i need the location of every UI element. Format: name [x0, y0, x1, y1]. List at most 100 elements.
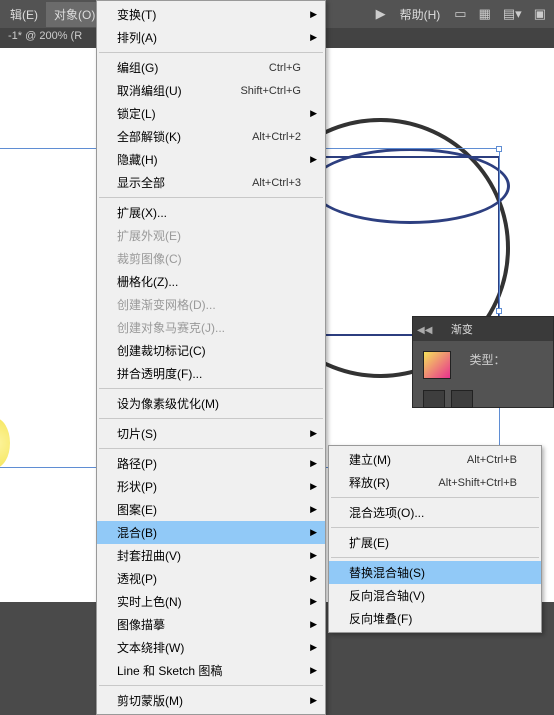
- menu-item-label: Line 和 Sketch 图稿: [117, 662, 301, 679]
- submenu-arrow-icon: ▶: [310, 458, 317, 469]
- menu-item-label: 图案(E): [117, 501, 301, 518]
- submenu-arrow-icon: ▶: [310, 642, 317, 653]
- menu-item-label: 锁定(L): [117, 105, 301, 122]
- submenu-arrow-icon: ▶: [310, 32, 317, 43]
- blend-menu-separator: [331, 527, 539, 528]
- blend-menu-item-0[interactable]: 建立(M)Alt+Ctrl+B: [329, 448, 541, 471]
- object-menu: 变换(T) ▶ 排列(A) ▶ 编组(G)Ctrl+G取消编组(U)Shift+Ctrl…: [96, 0, 326, 715]
- blend-menu-item-5[interactable]: 扩展(E): [329, 531, 541, 554]
- menu-item-label: 变换(T): [117, 6, 301, 23]
- object-menu-item-31[interactable]: 文本绕排(W) ▶: [97, 636, 325, 659]
- panel-icon-3[interactable]: ▤▾: [497, 6, 528, 22]
- object-menu-item-24[interactable]: 形状(P)▶: [97, 475, 325, 498]
- object-menu-item-8[interactable]: 显示全部Alt+Ctrl+3: [97, 171, 325, 194]
- menu-item-label: 反向堆叠(F): [349, 610, 517, 627]
- menu-item-shortcut: Alt+Shift+Ctrl+B: [438, 477, 517, 489]
- submenu-arrow-icon: ▶: [310, 695, 317, 706]
- submenu-arrow-icon: ▶: [310, 550, 317, 561]
- object-menu-item-30[interactable]: 图像描摹 ▶: [97, 613, 325, 636]
- menu-item-label: 混合(B): [117, 524, 301, 541]
- menu-item-label: 反向混合轴(V): [349, 587, 517, 604]
- menu-item-label: 显示全部: [117, 174, 252, 191]
- submenu-arrow-icon: ▶: [310, 9, 317, 20]
- object-menu-item-34[interactable]: 剪切蒙版(M) ▶: [97, 689, 325, 712]
- menu-item-label: 创建渐变网格(D)...: [117, 296, 301, 313]
- object-menu-item-11: 扩展外观(E): [97, 224, 325, 247]
- menu-item-label: 扩展(X)...: [117, 204, 301, 221]
- object-menu-separator: [99, 197, 323, 198]
- submenu-arrow-icon: ▶: [310, 573, 317, 584]
- menu-item-label: 透视(P): [117, 570, 301, 587]
- panel-icon-1[interactable]: ▭: [448, 6, 472, 22]
- submenu-arrow-icon: ▶: [310, 108, 317, 119]
- menu-item-label: 切片(S): [117, 425, 301, 442]
- object-menu-item-19[interactable]: 设为像素级优化(M): [97, 392, 325, 415]
- submenu-arrow-icon: ▶: [310, 154, 317, 165]
- object-menu-item-6[interactable]: 全部解锁(K)Alt+Ctrl+2: [97, 125, 325, 148]
- handle-mr[interactable]: [496, 308, 502, 314]
- object-menu-item-4[interactable]: 取消编组(U)Shift+Ctrl+G: [97, 79, 325, 102]
- object-menu-separator: [99, 685, 323, 686]
- panel-icon-2[interactable]: ▦: [473, 6, 497, 22]
- arrow-right-icon: ▶: [370, 6, 392, 22]
- object-menu-item-25[interactable]: 图案(E)▶: [97, 498, 325, 521]
- submenu-arrow-icon: ▶: [310, 665, 317, 676]
- menu-object[interactable]: 对象(O): [46, 2, 103, 27]
- menu-item-label: 替换混合轴(S): [349, 564, 517, 581]
- submenu-arrow-icon: ▶: [310, 428, 317, 439]
- object-menu-item-17[interactable]: 拼合透明度(F)...: [97, 362, 325, 385]
- menu-item-label: 全部解锁(K): [117, 128, 252, 145]
- submenu-arrow-icon: ▶: [310, 481, 317, 492]
- menu-item-shortcut: Ctrl+G: [269, 62, 301, 74]
- object-menu-item-26[interactable]: 混合(B) ▶: [97, 521, 325, 544]
- object-menu-item-13[interactable]: 栅格化(Z)...: [97, 270, 325, 293]
- menu-item-label: 排列(A): [117, 29, 301, 46]
- panel-tab-gradient[interactable]: 渐变: [441, 317, 483, 341]
- object-menu-item-3[interactable]: 编组(G)Ctrl+G: [97, 56, 325, 79]
- object-menu-item-21[interactable]: 切片(S) ▶: [97, 422, 325, 445]
- menu-item-label: 创建对象马赛克(J)...: [117, 319, 301, 336]
- menu-item-label: 扩展外观(E): [117, 227, 301, 244]
- blend-menu-item-7[interactable]: 替换混合轴(S): [329, 561, 541, 584]
- object-menu-item-1[interactable]: 排列(A) ▶: [97, 26, 325, 49]
- menu-item-label: 释放(R): [349, 474, 438, 491]
- menu-item-label: 取消编组(U): [117, 82, 240, 99]
- menu-item-label: 裁剪图像(C): [117, 250, 301, 267]
- menu-item-label: 拼合透明度(F)...: [117, 365, 301, 382]
- object-menu-item-32[interactable]: Line 和 Sketch 图稿 ▶: [97, 659, 325, 682]
- blend-menu-separator: [331, 497, 539, 498]
- blend-menu-item-8[interactable]: 反向混合轴(V): [329, 584, 541, 607]
- menu-help[interactable]: 帮助(H): [392, 2, 449, 27]
- object-menu-item-28[interactable]: 透视(P) ▶: [97, 567, 325, 590]
- gradient-type-label: 类型：: [469, 351, 505, 368]
- menu-item-label: 设为像素级优化(M): [117, 395, 301, 412]
- gradient-swatch[interactable]: [423, 351, 451, 379]
- menu-item-label: 建立(M): [349, 451, 467, 468]
- menu-item-label: 文本绕排(W): [117, 639, 301, 656]
- object-menu-item-5[interactable]: 锁定(L) ▶: [97, 102, 325, 125]
- blend-menu-item-9[interactable]: 反向堆叠(F): [329, 607, 541, 630]
- object-menu-item-23[interactable]: 路径(P)▶: [97, 452, 325, 475]
- gradient-btn-1[interactable]: [423, 390, 445, 408]
- menu-item-label: 隐藏(H): [117, 151, 301, 168]
- handle-tr[interactable]: [496, 146, 502, 152]
- blend-menu-item-3[interactable]: 混合选项(O)...: [329, 501, 541, 524]
- submenu-arrow-icon: ▶: [310, 619, 317, 630]
- menu-item-label: 创建裁切标记(C): [117, 342, 301, 359]
- submenu-arrow-icon: ▶: [310, 527, 317, 538]
- object-menu-item-27[interactable]: 封套扭曲(V)▶: [97, 544, 325, 567]
- object-menu-item-0[interactable]: 变换(T) ▶: [97, 3, 325, 26]
- panel-collapse-icon[interactable]: ◀◀: [413, 325, 436, 336]
- menu-item-label: 图像描摹: [117, 616, 301, 633]
- menu-edit[interactable]: 辑(E): [2, 2, 46, 27]
- object-menu-item-16[interactable]: 创建裁切标记(C): [97, 339, 325, 362]
- menu-item-label: 扩展(E): [349, 534, 517, 551]
- gradient-btn-2[interactable]: [451, 390, 473, 408]
- menu-item-label: 混合选项(O)...: [349, 504, 517, 521]
- object-menu-item-7[interactable]: 隐藏(H) ▶: [97, 148, 325, 171]
- panel-icon-4[interactable]: ▣: [528, 6, 552, 22]
- menu-item-label: 剪切蒙版(M): [117, 692, 301, 709]
- object-menu-item-10[interactable]: 扩展(X)...: [97, 201, 325, 224]
- menu-item-label: 栅格化(Z)...: [117, 273, 301, 290]
- blend-menu-item-1[interactable]: 释放(R)Alt+Shift+Ctrl+B: [329, 471, 541, 494]
